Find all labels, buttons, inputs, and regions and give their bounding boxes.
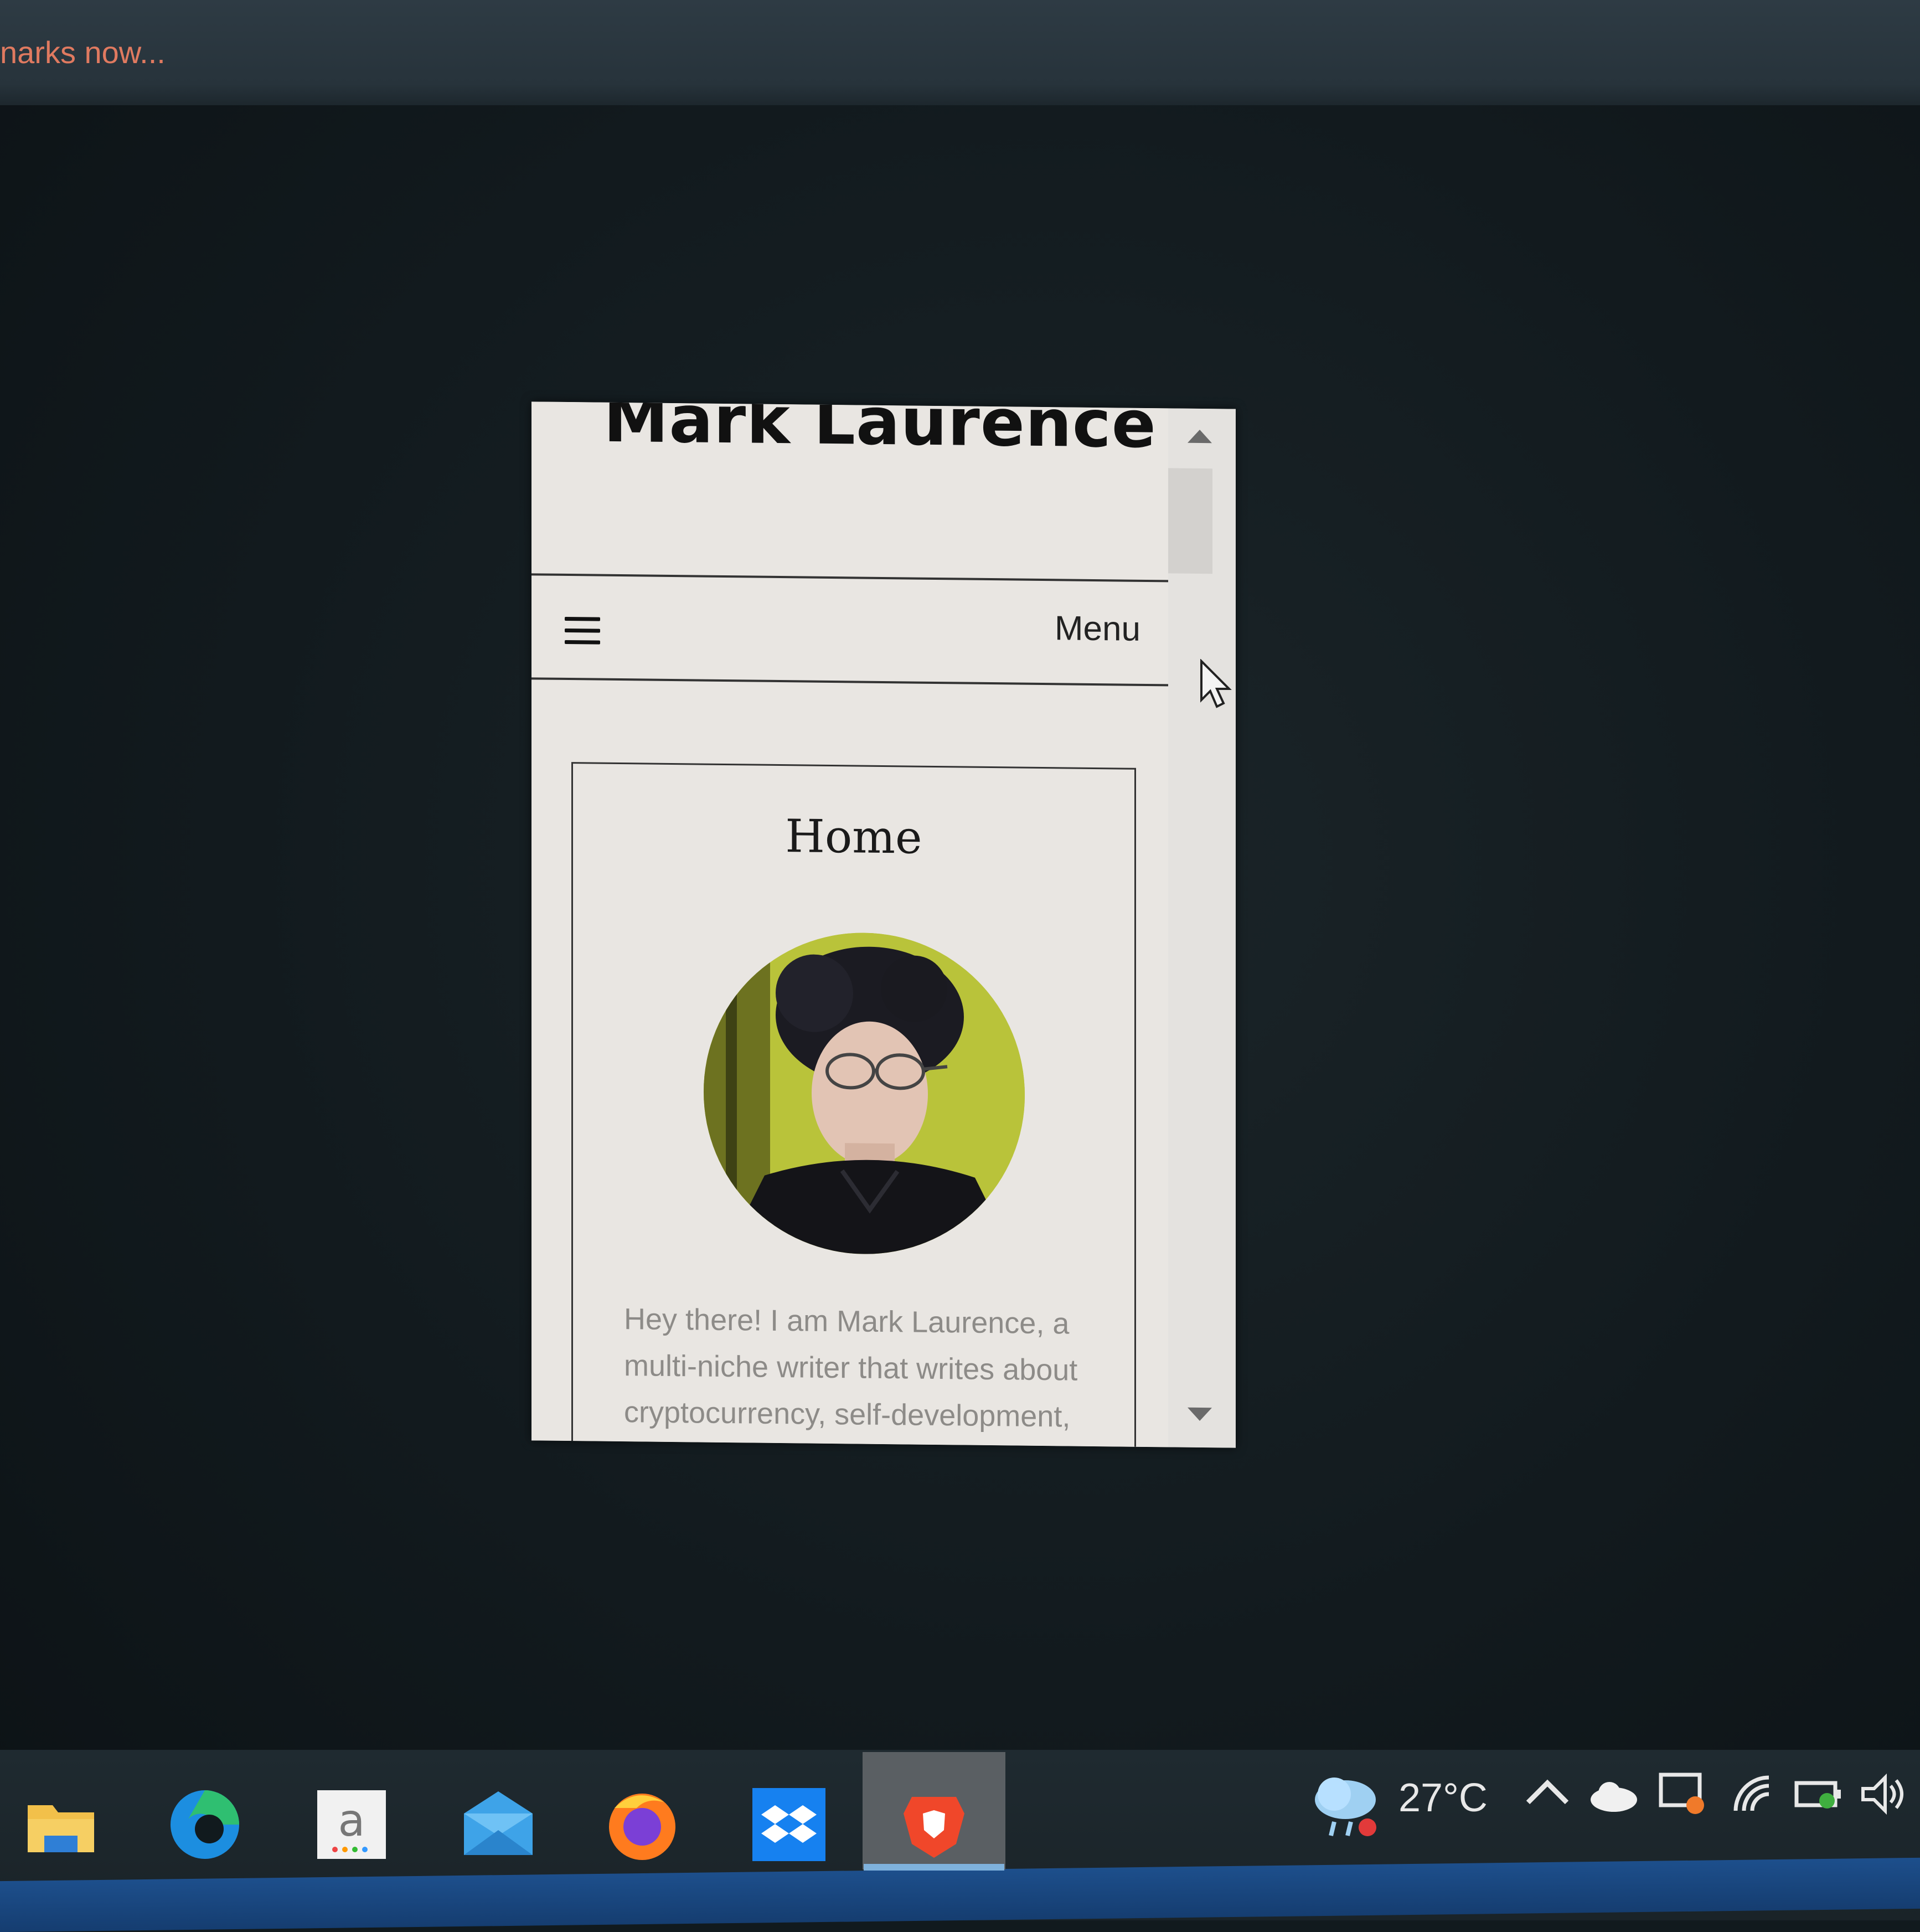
background-window-text: narks now...	[0, 34, 166, 70]
amazon-icon[interactable]: a	[313, 1786, 390, 1863]
web-page: Mark Laurence Menu Home	[531, 401, 1168, 1447]
scrollbar-thumb[interactable]	[1168, 468, 1212, 574]
bio-line: multi-niche writer that writes about	[624, 1342, 1111, 1394]
file-explorer-icon[interactable]	[22, 1786, 100, 1863]
svg-text:a: a	[338, 1795, 365, 1846]
edge-icon[interactable]	[166, 1786, 244, 1863]
profile-photo	[704, 931, 1025, 1256]
wifi-icon[interactable]	[1725, 1766, 1780, 1822]
scroll-down-icon[interactable]	[1188, 1408, 1212, 1421]
site-title[interactable]: Mark Laurence	[603, 401, 1157, 462]
battery-icon[interactable]	[1791, 1766, 1846, 1822]
avatar	[704, 931, 1025, 1256]
vertical-scrollbar[interactable]	[1168, 408, 1236, 1447]
background-window-strip: narks now...	[0, 0, 1920, 105]
onedrive-cloud-icon[interactable]	[1586, 1766, 1642, 1822]
weather-icon[interactable]	[1307, 1766, 1384, 1844]
menu-button[interactable]: Menu	[1055, 609, 1140, 649]
active-app-indicator	[864, 1864, 1004, 1871]
navigation-bar: Menu	[531, 579, 1168, 684]
firefox-icon[interactable]	[603, 1786, 681, 1863]
dropbox-icon[interactable]	[750, 1786, 828, 1863]
bio-line: Hey there! I am Mark Laurence, a	[624, 1296, 1111, 1347]
brave-icon[interactable]	[895, 1786, 973, 1863]
mail-icon[interactable]	[460, 1786, 537, 1863]
home-card: Home	[571, 762, 1136, 1447]
volume-icon[interactable]	[1855, 1766, 1910, 1822]
mouse-cursor-icon	[1199, 659, 1232, 709]
scroll-up-icon[interactable]	[1188, 430, 1212, 443]
chevron-up-icon[interactable]	[1520, 1766, 1575, 1822]
browser-window: Mark Laurence Menu Home	[531, 401, 1236, 1447]
hamburger-menu-icon[interactable]	[565, 617, 600, 645]
page-title: Home	[573, 808, 1134, 867]
display-icon[interactable]	[1655, 1766, 1711, 1822]
bio-text: Hey there! I am Mark Laurence, a multi-n…	[624, 1296, 1111, 1440]
weather-temperature[interactable]: 27°C	[1398, 1775, 1488, 1821]
bio-line: cryptocurrency, self-development,	[624, 1389, 1111, 1440]
